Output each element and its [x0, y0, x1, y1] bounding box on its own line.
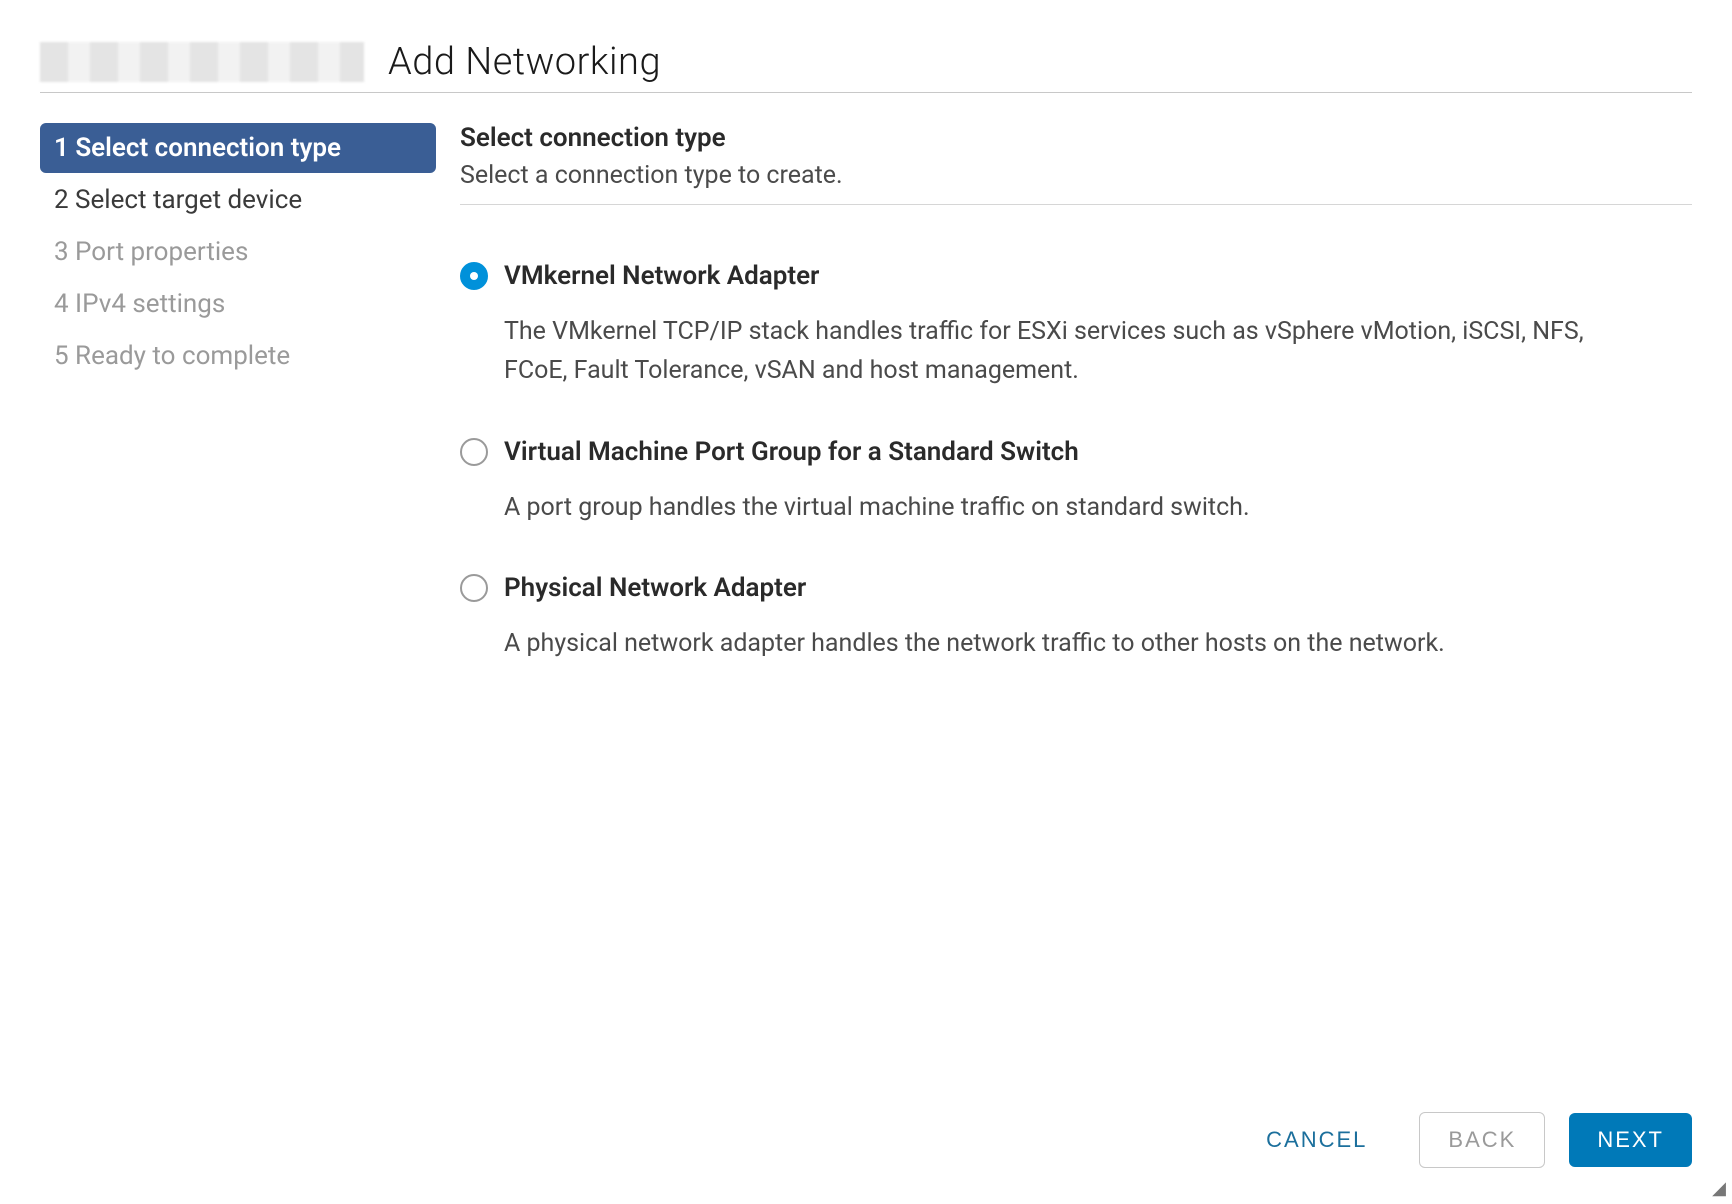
radio-selected-icon[interactable]: [460, 262, 488, 290]
option-description: A port group handles the virtual machine…: [504, 489, 1624, 528]
hostname-redacted: [40, 42, 364, 82]
step-label: 1 Select connection type: [54, 133, 341, 163]
content-pane: Select connection type Select a connecti…: [460, 117, 1692, 1204]
wizard-footer: CANCEL BACK NEXT: [1238, 1112, 1692, 1168]
step-label: 5 Ready to complete: [54, 341, 290, 371]
content-heading: Select connection type: [460, 123, 1692, 153]
step-select-connection-type[interactable]: 1 Select connection type: [40, 123, 436, 173]
next-button[interactable]: NEXT: [1569, 1113, 1692, 1167]
option-label: Virtual Machine Port Group for a Standar…: [504, 437, 1079, 467]
back-button: BACK: [1419, 1112, 1545, 1168]
content-subheading: Select a connection type to create.: [460, 161, 1692, 205]
step-label: 4 IPv4 settings: [54, 289, 225, 319]
resize-handle-icon[interactable]: ◢: [1712, 1180, 1726, 1198]
step-nav: 1 Select connection type 2 Select target…: [40, 117, 460, 1204]
option-physical-adapter: Physical Network Adapter A physical netw…: [460, 573, 1692, 664]
step-ipv4-settings: 4 IPv4 settings: [40, 279, 436, 329]
wizard-body: 1 Select connection type 2 Select target…: [40, 117, 1692, 1204]
page-title: Add Networking: [388, 40, 661, 84]
option-label: Physical Network Adapter: [504, 573, 806, 603]
wizard-container: Add Networking 1 Select connection type …: [0, 0, 1732, 1204]
radio-dot-icon: [470, 272, 478, 280]
option-vm-port-group: Virtual Machine Port Group for a Standar…: [460, 437, 1692, 528]
step-ready-to-complete: 5 Ready to complete: [40, 331, 436, 381]
wizard-header: Add Networking: [40, 40, 1692, 93]
cancel-button[interactable]: CANCEL: [1238, 1113, 1395, 1167]
step-port-properties: 3 Port properties: [40, 227, 436, 277]
step-label: 3 Port properties: [54, 237, 248, 267]
option-row[interactable]: Virtual Machine Port Group for a Standar…: [460, 437, 1692, 467]
step-label: 2 Select target device: [54, 185, 302, 215]
option-row[interactable]: VMkernel Network Adapter: [460, 261, 1692, 291]
radio-unselected-icon[interactable]: [460, 574, 488, 602]
option-description: A physical network adapter handles the n…: [504, 625, 1624, 664]
option-row[interactable]: Physical Network Adapter: [460, 573, 1692, 603]
option-vmkernel: VMkernel Network Adapter The VMkernel TC…: [460, 261, 1692, 391]
option-label: VMkernel Network Adapter: [504, 261, 819, 291]
step-select-target-device[interactable]: 2 Select target device: [40, 175, 436, 225]
radio-unselected-icon[interactable]: [460, 438, 488, 466]
option-description: The VMkernel TCP/IP stack handles traffi…: [504, 313, 1624, 391]
